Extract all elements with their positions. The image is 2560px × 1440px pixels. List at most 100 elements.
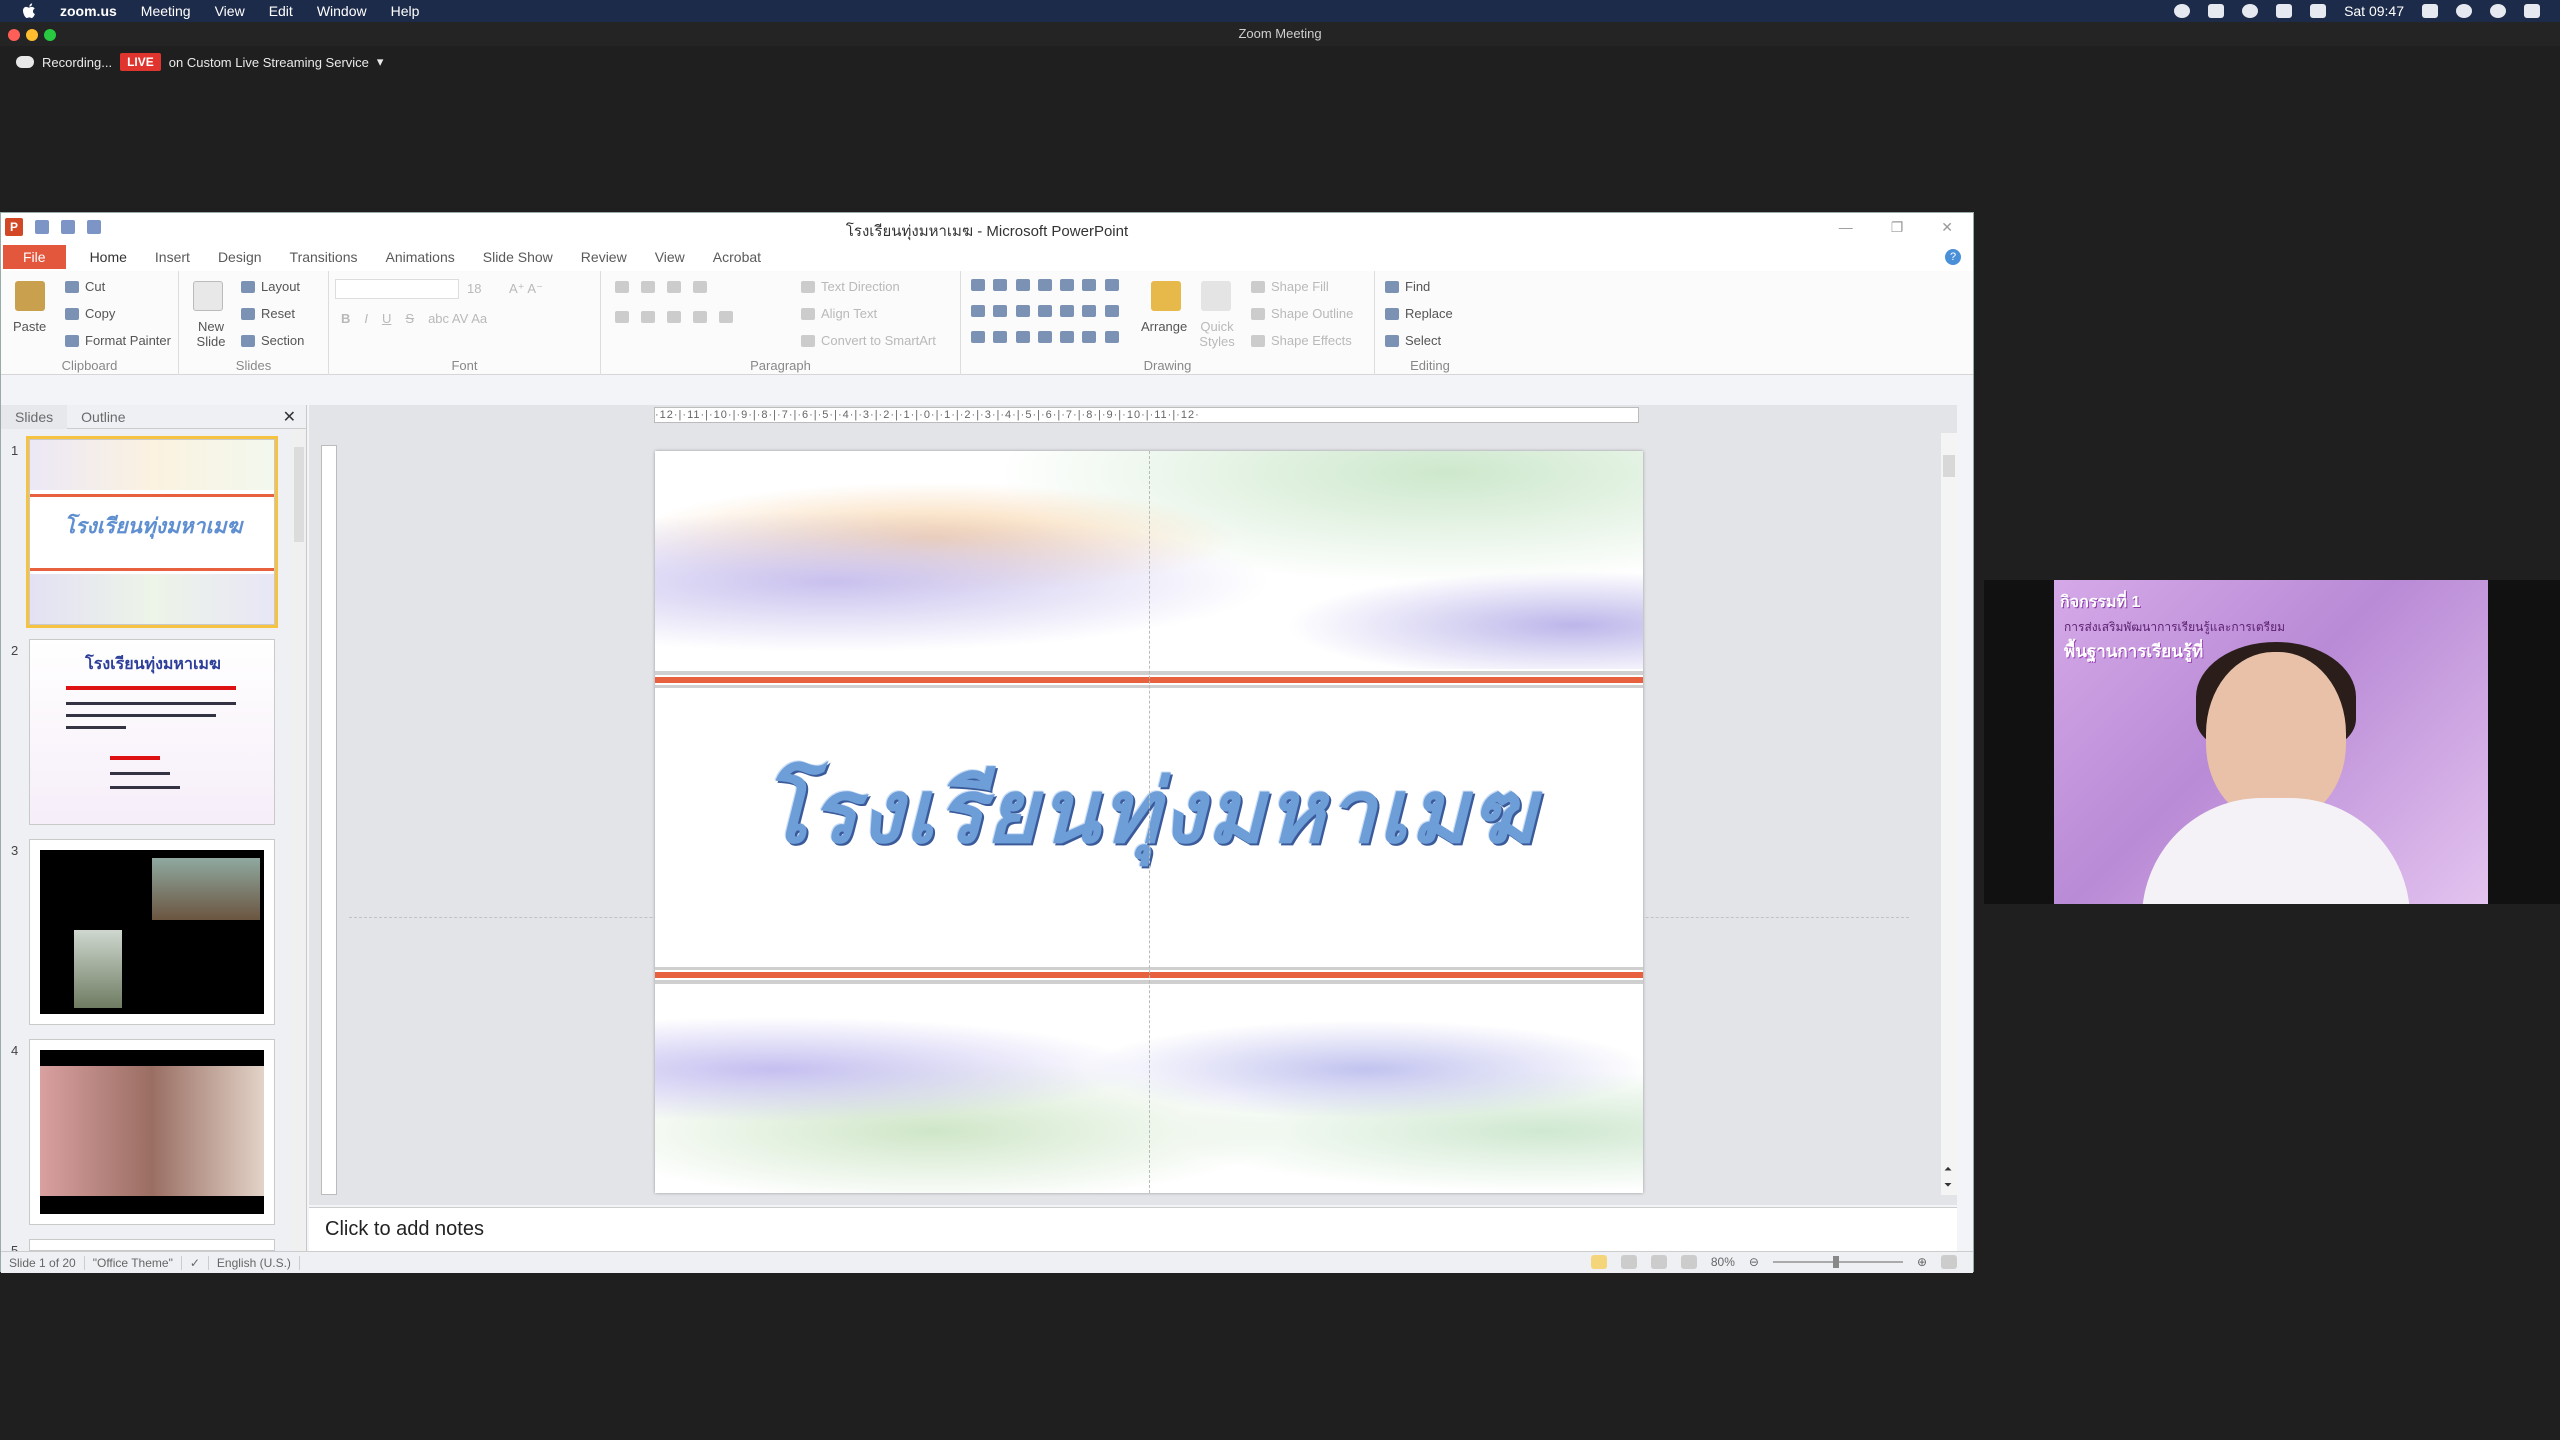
align-buttons[interactable] — [615, 311, 733, 323]
tab-acrobat[interactable]: Acrobat — [699, 249, 775, 265]
status-icon-messages[interactable] — [2174, 4, 2191, 18]
shape-icon[interactable] — [993, 305, 1008, 317]
shape-icon[interactable] — [1060, 305, 1075, 317]
minimize-icon[interactable]: — — [1839, 219, 1853, 236]
select-button[interactable]: Select — [1385, 333, 1441, 348]
notes-pane[interactable]: Click to add notes — [309, 1207, 1957, 1251]
zoom-window-button[interactable] — [44, 29, 56, 41]
apple-icon[interactable] — [20, 2, 38, 20]
menu-app-name[interactable]: zoom.us — [60, 3, 117, 19]
fit-slide-icon[interactable] — [1941, 1255, 1957, 1269]
zoom-out-icon[interactable]: ⊖ — [1749, 1255, 1759, 1269]
thumbnail-scrollbar[interactable] — [292, 429, 306, 1251]
section-button[interactable]: Section — [241, 333, 304, 348]
zoom-level[interactable]: 80% — [1711, 1255, 1735, 1269]
bluetooth-icon[interactable] — [2276, 4, 2293, 18]
copy-button[interactable]: Copy — [65, 306, 115, 321]
input-source-icon[interactable] — [2422, 4, 2438, 18]
shape-icon[interactable] — [1037, 331, 1052, 343]
zoom-in-icon[interactable]: ⊕ — [1917, 1255, 1927, 1269]
tab-review[interactable]: Review — [567, 249, 641, 265]
status-icon-zoom[interactable] — [2208, 4, 2225, 18]
shape-icon[interactable] — [1015, 305, 1030, 317]
tab-transitions[interactable]: Transitions — [276, 249, 372, 265]
align-text-button[interactable]: Align Text — [801, 306, 877, 321]
spellcheck-icon[interactable]: ✓ — [182, 1255, 209, 1270]
next-slide-icon[interactable]: ⏷ — [1944, 1180, 1952, 1191]
tab-home[interactable]: Home — [76, 249, 141, 265]
slide-thumbnail[interactable]: โรงเรียนทุ่งมหาเมฆ — [29, 639, 275, 825]
new-slide-icon[interactable] — [193, 281, 223, 311]
status-icon-vpn[interactable] — [2242, 4, 2259, 18]
shape-icon[interactable] — [1037, 305, 1052, 317]
shape-icon[interactable] — [1082, 305, 1097, 317]
close-icon[interactable]: ✕ — [1941, 219, 1953, 236]
slide-thumbnail[interactable] — [29, 839, 275, 1025]
shape-icon[interactable] — [993, 331, 1008, 343]
font-format-buttons[interactable]: B I U Sabc AV Aa — [341, 311, 487, 326]
prev-slide-icon[interactable]: ⏶ — [1944, 1164, 1952, 1175]
chevron-down-icon[interactable]: ▾ — [377, 54, 384, 70]
shape-effects-button[interactable]: Shape Effects — [1251, 333, 1352, 348]
close-panel-icon[interactable]: ✕ — [283, 407, 296, 427]
shape-icon[interactable] — [1082, 331, 1097, 343]
menu-meeting[interactable]: Meeting — [141, 3, 191, 19]
slide-thumbnail[interactable] — [29, 1039, 275, 1225]
scroll-thumb[interactable] — [1943, 455, 1955, 477]
tab-slide-show[interactable]: Slide Show — [469, 249, 567, 265]
convert-smartart-button[interactable]: Convert to SmartArt — [801, 333, 936, 348]
reading-view-icon[interactable] — [1650, 1255, 1667, 1269]
search-icon[interactable] — [2456, 4, 2472, 18]
shape-icon[interactable] — [993, 279, 1008, 291]
shapes-gallery[interactable] — [971, 279, 1121, 351]
font-name-field[interactable] — [335, 279, 459, 299]
menu-edit[interactable]: Edit — [269, 3, 293, 19]
slide-thumbnail[interactable]: โรงเรียนทุ่งมหาเมฆ — [26, 436, 278, 628]
shape-icon[interactable] — [971, 331, 985, 343]
format-painter-button[interactable]: Format Painter — [65, 333, 171, 348]
normal-view-icon[interactable] — [1590, 1255, 1607, 1269]
scroll-thumb[interactable] — [294, 447, 304, 542]
shape-icon[interactable] — [1104, 305, 1119, 317]
shape-icon[interactable] — [1037, 279, 1052, 291]
siri-icon[interactable] — [2490, 4, 2506, 18]
arrange-icon[interactable] — [1151, 281, 1181, 311]
replace-button[interactable]: Replace — [1385, 306, 1453, 321]
minimize-window-button[interactable] — [26, 29, 38, 41]
vertical-guide[interactable] — [1149, 451, 1150, 1193]
shape-outline-button[interactable]: Shape Outline — [1251, 306, 1353, 321]
quick-styles-button[interactable]: Quick Styles — [1197, 319, 1237, 349]
new-slide-button[interactable]: New Slide — [189, 319, 233, 349]
restore-icon[interactable]: ❐ — [1891, 219, 1904, 236]
slide-sorter-icon[interactable] — [1620, 1255, 1637, 1269]
shape-fill-button[interactable]: Shape Fill — [1251, 279, 1329, 294]
wifi-icon[interactable] — [2310, 4, 2327, 18]
list-buttons[interactable] — [615, 281, 707, 293]
language-label[interactable]: English (U.S.) — [209, 1255, 300, 1270]
menu-view[interactable]: View — [215, 3, 245, 19]
reset-button[interactable]: Reset — [241, 306, 295, 321]
find-button[interactable]: Find — [1385, 279, 1430, 294]
vertical-scrollbar[interactable]: ⏶ ⏷ — [1941, 433, 1957, 1195]
shape-icon[interactable] — [1060, 331, 1075, 343]
layout-button[interactable]: Layout — [241, 279, 300, 294]
shape-icon[interactable] — [1082, 279, 1097, 291]
tab-insert[interactable]: Insert — [141, 249, 204, 265]
paste-icon[interactable] — [15, 281, 45, 311]
tab-view[interactable]: View — [641, 249, 699, 265]
shape-icon[interactable] — [1015, 331, 1030, 343]
tab-design[interactable]: Design — [204, 249, 276, 265]
shape-icon[interactable] — [1015, 279, 1030, 291]
shape-icon[interactable] — [971, 305, 985, 317]
tab-file[interactable]: File — [3, 245, 66, 269]
zoom-slider-handle[interactable] — [1832, 1256, 1839, 1268]
menu-help[interactable]: Help — [391, 3, 420, 19]
slide-canvas[interactable]: โรงเรียนทุ่งมหาเมฆ — [655, 451, 1643, 1193]
grow-font-icon[interactable]: A⁺ A⁻ — [509, 281, 543, 297]
shape-icon[interactable] — [1060, 279, 1075, 291]
tab-animations[interactable]: Animations — [371, 249, 468, 265]
help-icon[interactable]: ? — [1945, 249, 1961, 265]
zoom-slider[interactable] — [1772, 1256, 1903, 1268]
shape-icon[interactable] — [971, 279, 985, 291]
tab-outline[interactable]: Outline — [67, 405, 139, 429]
